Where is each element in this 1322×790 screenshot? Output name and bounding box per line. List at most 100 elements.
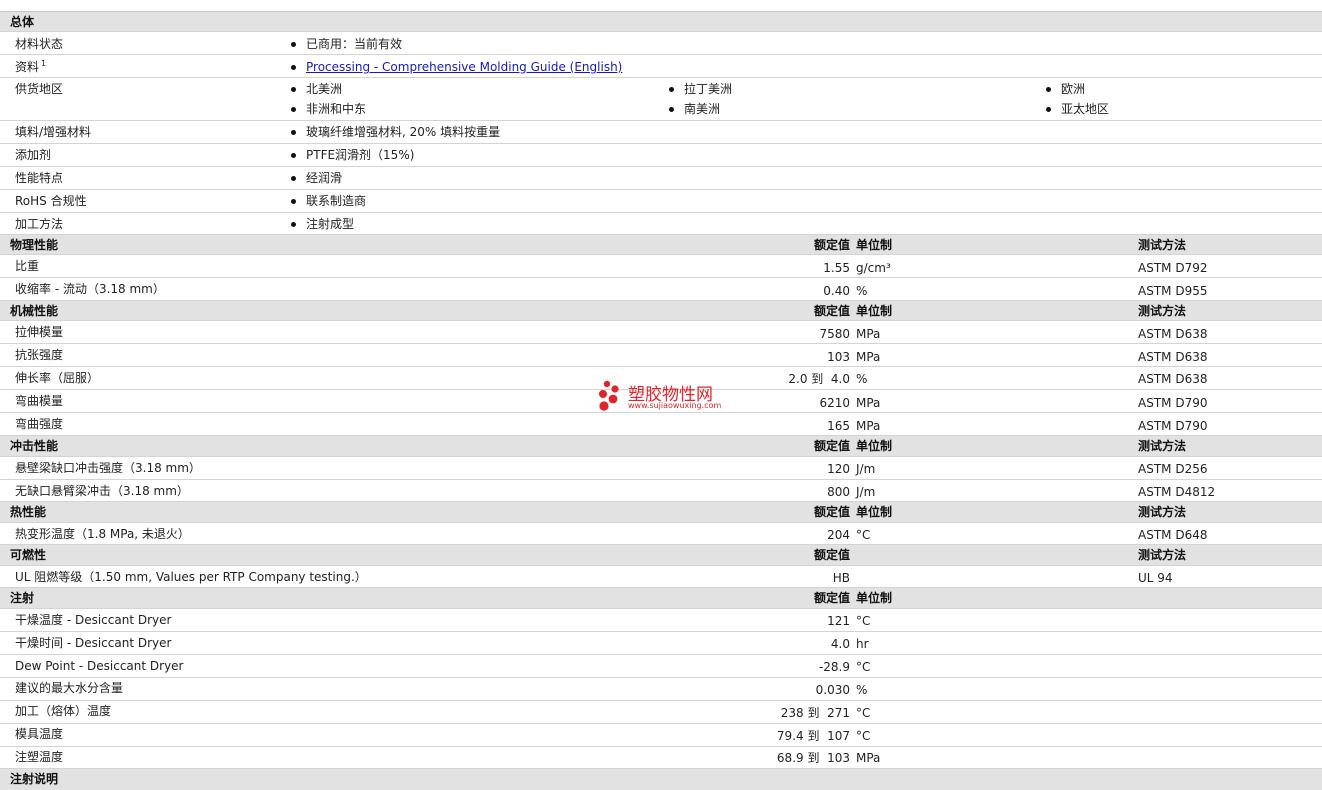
nominal-value: 4.0 <box>830 637 850 651</box>
section-title: 注射说明 <box>10 772 59 786</box>
nominal-value: 68.9 到 103 <box>776 751 850 765</box>
property-label: UL 阻燃等级（1.50 mm, Values per RTP Company … <box>15 570 367 584</box>
section-title: 机械性能 <box>10 304 59 318</box>
test-method: ASTM D790 <box>1138 419 1208 433</box>
unit-value: J/m <box>856 462 876 476</box>
unit-value: g/cm³ <box>856 261 891 275</box>
unit-value: °C <box>856 729 871 743</box>
nominal-value: 800 <box>827 485 850 499</box>
property-label: 拉伸模量 <box>15 325 64 339</box>
row-value: 已商用：当前有效 <box>290 37 402 51</box>
property-label: 弯曲模量 <box>15 394 64 408</box>
property-label: 抗张强度 <box>15 348 64 362</box>
column-header-unit: 单位制 <box>856 591 893 605</box>
unit-value: MPa <box>856 751 881 765</box>
test-method: ASTM D638 <box>1138 350 1208 364</box>
nominal-value: 2.0 到 4.0 <box>788 372 850 386</box>
unit-value: MPa <box>856 419 881 433</box>
row-label: 添加剂 <box>15 148 52 162</box>
nominal-value: HB <box>832 571 850 585</box>
data-row: 模具温度 79.4 到 107 °C <box>0 724 1322 747</box>
data-row: 无缺口悬臂梁冲击（3.18 mm） 800 J/m ASTM D4812 <box>0 480 1322 502</box>
data-row: 比重 1.55 g/cm³ ASTM D792 <box>0 255 1322 278</box>
property-label: 收缩率 - 流动（3.18 mm） <box>15 282 165 296</box>
nominal-value: 103 <box>827 350 850 364</box>
row-label: 材料状态 <box>15 37 64 51</box>
watermark-logo-icon <box>599 380 619 411</box>
row-filler: 填料/增强材料 玻璃纤维增强材料, 20% 填料按重量 <box>0 121 1322 144</box>
test-method: ASTM D638 <box>1138 327 1208 341</box>
section-title: 总体 <box>10 15 35 29</box>
row-features: 性能特点 经润滑 <box>0 167 1322 190</box>
row-supply-regions: 供货地区 北美洲 拉丁美洲 欧洲 非洲和中东 南美洲 亚太地区 <box>0 78 1322 121</box>
section-header-impact: 冲击性能 额定值 单位制 测试方法 <box>0 436 1322 457</box>
row-additive: 添加剂 PTFE润滑剂（15%) <box>0 144 1322 167</box>
section-header-injection-notes: 注射说明 <box>0 769 1322 790</box>
nominal-value: 121 <box>827 614 850 628</box>
row-value: 联系制造商 <box>290 194 366 208</box>
unit-value: hr <box>856 637 869 651</box>
nominal-value: -28.9 <box>818 660 850 674</box>
watermark-url: www.sujiaowuxing.com <box>628 401 722 410</box>
unit-value: MPa <box>856 350 881 364</box>
test-method: ASTM D955 <box>1138 284 1208 298</box>
nominal-value: 165 <box>827 419 850 433</box>
region-south-america: 南美洲 <box>668 102 720 116</box>
row-value: 注射成型 <box>290 217 354 231</box>
nominal-value: 6210 <box>819 396 850 410</box>
property-label: 比重 <box>15 259 40 273</box>
row-value: PTFE润滑剂（15%) <box>290 148 414 162</box>
section-header-physical: 物理性能 额定值 单位制 测试方法 <box>0 235 1322 255</box>
data-row: 弯曲强度 165 MPa ASTM D790 <box>0 413 1322 436</box>
region-africa-middle-east: 非洲和中东 <box>290 102 366 116</box>
watermark: 塑胶物性网 www.sujiaowuxing.com <box>598 380 728 414</box>
column-header-test: 测试方法 <box>1138 238 1187 252</box>
data-row: 拉伸模量 7580 MPa ASTM D638 <box>0 321 1322 344</box>
data-row: 干燥时间 - Desiccant Dryer 4.0 hr <box>0 632 1322 655</box>
column-header-nominal: 额定值 <box>813 548 850 562</box>
nominal-value: 1.55 <box>823 261 850 275</box>
region-north-america: 北美洲 <box>290 82 342 96</box>
unit-value: °C <box>856 660 871 674</box>
region-europe: 欧洲 <box>1045 82 1085 96</box>
unit-value: °C <box>856 528 871 542</box>
section-header-injection: 注射 额定值 单位制 <box>0 588 1322 609</box>
section-header-thermal: 热性能 额定值 单位制 测试方法 <box>0 502 1322 523</box>
row-label: 加工方法 <box>15 217 64 231</box>
nominal-value: 0.40 <box>823 284 850 298</box>
test-method: ASTM D4812 <box>1138 485 1216 499</box>
row-value: 经润滑 <box>290 171 342 185</box>
datasheet-page: 总体 材料状态 已商用：当前有效 资料 1 Processing - Compre… <box>0 0 1322 790</box>
column-header-test: 测试方法 <box>1138 505 1187 519</box>
column-header-nominal: 额定值 <box>813 304 850 318</box>
unit-value: % <box>856 683 868 697</box>
molding-guide-link[interactable]: Processing - Comprehensive Molding Guide… <box>306 60 622 74</box>
region-latin-america: 拉丁美洲 <box>668 82 732 96</box>
property-label: 热变形温度（1.8 MPa, 未退火） <box>15 527 190 541</box>
row-label: 供货地区 <box>15 82 64 96</box>
column-header-unit: 单位制 <box>856 238 893 252</box>
nominal-value: 120 <box>827 462 850 476</box>
row-label: 填料/增强材料 <box>15 125 92 139</box>
column-header-nominal: 额定值 <box>813 591 850 605</box>
unit-value: °C <box>856 706 871 720</box>
row-value: 玻璃纤维增强材料, 20% 填料按重量 <box>290 125 500 139</box>
data-row: 悬壁梁缺口冲击强度（3.18 mm） 120 J/m ASTM D256 <box>0 457 1322 480</box>
column-header-nominal: 额定值 <box>813 439 850 453</box>
unit-value: °C <box>856 614 871 628</box>
row-material-status: 材料状态 已商用：当前有效 <box>0 32 1322 55</box>
column-header-nominal: 额定值 <box>813 505 850 519</box>
test-method: ASTM D256 <box>1138 462 1208 476</box>
property-label: 模具温度 <box>15 727 64 741</box>
row-label: RoHS 合规性 <box>15 194 87 208</box>
property-label: 注塑温度 <box>15 750 64 764</box>
section-title: 热性能 <box>10 505 47 519</box>
column-header-test: 测试方法 <box>1138 304 1187 318</box>
data-row: 注塑温度 68.9 到 103 MPa <box>0 747 1322 769</box>
column-header-test: 测试方法 <box>1138 548 1187 562</box>
property-label: 无缺口悬臂梁冲击（3.18 mm） <box>15 484 189 498</box>
property-label: Dew Point - Desiccant Dryer <box>15 659 184 673</box>
data-row: Dew Point - Desiccant Dryer -28.9 °C <box>0 655 1322 678</box>
property-label: 干燥温度 - Desiccant Dryer <box>15 613 172 627</box>
section-header-mechanical: 机械性能 额定值 单位制 测试方法 <box>0 301 1322 321</box>
